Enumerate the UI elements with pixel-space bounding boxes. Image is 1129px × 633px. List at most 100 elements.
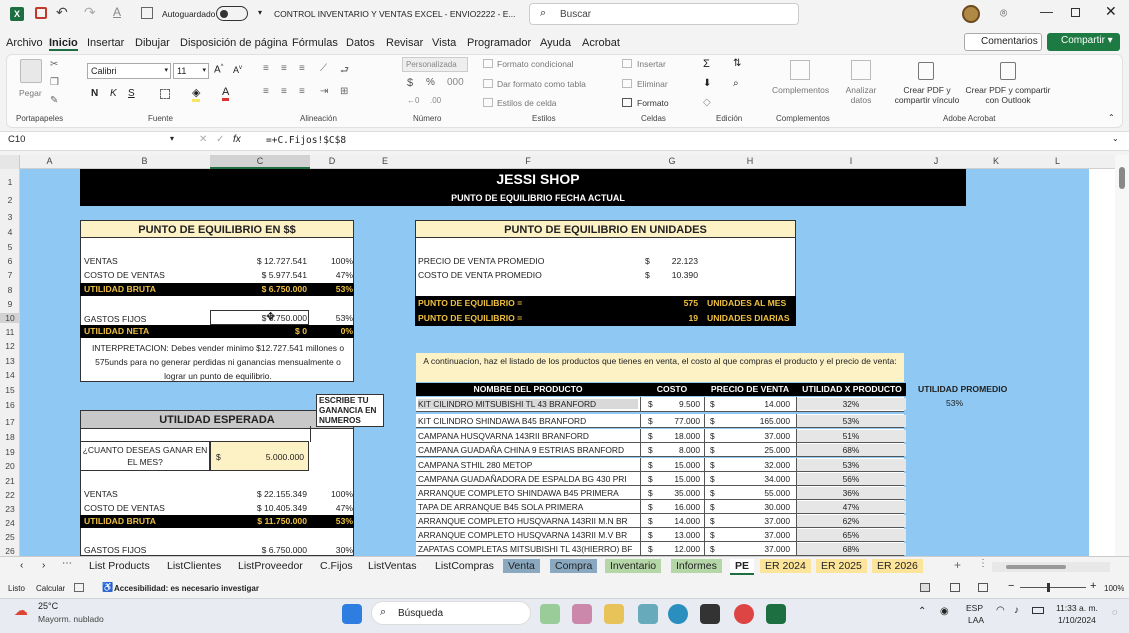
menu-formulas[interactable]: Fórmulas [292,37,338,49]
more-sheets-icon[interactable]: ⋯ [62,558,72,569]
delete-cells-button[interactable]: Eliminar [637,79,668,89]
row-header[interactable]: 24 [0,518,20,528]
menu-vista[interactable]: Vista [432,37,456,49]
expand-formula-icon[interactable]: ⌄ [1112,134,1119,143]
row-header[interactable]: 5 [0,242,20,252]
row-header[interactable]: 3 [0,212,20,222]
italic-icon[interactable]: K [110,88,117,99]
table-icon[interactable] [141,7,153,19]
app-icon-edge[interactable] [668,604,688,624]
product-row[interactable]: CAMPANA GUADAÑA CHINA 9 ESTRIAS BRANFORD… [416,443,906,457]
product-row[interactable]: ARRANQUE COMPLETO HUSQVARNA 143RII M.N B… [416,514,906,528]
product-row[interactable]: KIT CILINDRO MITSUBISHI TL 43 BRANFORD $9… [416,397,906,412]
row-header[interactable]: 23 [0,504,20,514]
pdf-outlook-icon[interactable] [1000,62,1016,80]
row-header[interactable]: 21 [0,476,20,486]
undo-icon[interactable]: ↶ [56,4,68,21]
tab-list-clientes[interactable]: ListClientes [162,559,226,573]
pdf-link-icon[interactable] [918,62,934,80]
app-icon-paint[interactable] [638,604,658,624]
row-header[interactable]: 25 [0,532,20,542]
save-icon[interactable] [35,7,47,19]
clock-time[interactable]: 11:33 a. m. [1056,603,1098,613]
volume-icon[interactable]: ♪ [1014,605,1019,616]
taskbar-search[interactable]: ⌕ Búsqueda [371,601,531,625]
menu-acrobat[interactable]: Acrobat [582,37,620,49]
border-icon[interactable] [160,89,170,99]
row-header[interactable]: 12 [0,341,20,351]
tab-informes[interactable]: Informes [671,559,722,573]
search-box[interactable]: ⌕ Buscar [529,3,799,25]
row-header[interactable]: 11 [0,327,20,337]
wrap-text-icon[interactable]: ⮐ [340,63,349,80]
comments-button[interactable]: Comentarios [964,33,1042,51]
menu-dibujar[interactable]: Dibujar [135,37,170,49]
col-header-d[interactable]: D [310,156,354,166]
row-header[interactable]: 19 [0,447,20,457]
tab-er-2024[interactable]: ER 2024 [760,559,811,573]
format-as-table-button[interactable]: Dar formato como tabla [497,79,586,89]
complements-button[interactable]: Complementos [772,85,829,95]
col-header-b[interactable]: B [79,156,210,166]
shrink-font-icon[interactable]: Av [233,65,242,75]
chevron-down-icon[interactable]: ▾ [258,8,262,17]
menu-ayuda[interactable]: Ayuda [540,37,571,49]
formula-input[interactable]: =+C.Fijos!$C$8 [266,135,346,146]
more-options-icon[interactable]: ⋮ [978,558,988,569]
tab-compra[interactable]: Compra [550,559,598,573]
row-header[interactable]: 13 [0,356,20,366]
analyze-data-icon[interactable] [851,60,871,80]
wifi-icon[interactable]: ◠ [996,605,1005,616]
menu-archivo[interactable]: Archivo [6,37,43,49]
row-header[interactable]: 7 [0,270,20,280]
paste-label[interactable]: Pegar [19,88,42,98]
weather-icon[interactable]: ☁ [14,602,28,619]
underline-icon[interactable]: S [128,88,135,99]
conditional-format-button[interactable]: Formato condicional [497,59,574,69]
row-header[interactable]: 4 [0,227,20,237]
align-bottom-icon[interactable]: ≡ [299,63,305,74]
app-icon-chrome[interactable] [734,604,754,624]
normal-view-icon[interactable] [920,583,930,592]
find-icon[interactable]: ⌕ [733,78,739,89]
row-header[interactable]: 6 [0,256,20,266]
tab-list-proveedor[interactable]: ListProveedor [233,559,308,573]
fill-color-icon[interactable]: ◈ [192,86,201,102]
sort-filter-icon[interactable]: ⇅ [733,58,741,69]
insert-cells-button[interactable]: Insertar [637,59,666,69]
col-header-k[interactable]: K [966,156,1026,166]
avatar[interactable] [962,5,980,23]
tab-list-ventas[interactable]: ListVentas [363,559,421,573]
analyze-data-button[interactable]: Analizar datos [844,85,878,105]
font-color-icon[interactable]: A [222,86,230,101]
insert-function-icon[interactable]: fx [233,134,241,145]
insert-cells-icon[interactable] [622,59,632,68]
prev-sheet-icon[interactable]: ‹ [20,560,23,571]
restore-icon[interactable] [1071,8,1080,17]
clear-icon[interactable]: ◇ [703,97,711,108]
product-row[interactable]: ZAPATAS COMPLETAS MITSUBISHI TL 43(HIERR… [416,542,906,556]
align-left-icon[interactable]: ≡ [263,86,269,97]
menu-datos[interactable]: Datos [346,37,375,49]
row-header[interactable]: 22 [0,490,20,500]
tab-list-products[interactable]: List Products [84,559,155,573]
next-sheet-icon[interactable]: › [42,560,45,571]
col-header-c[interactable]: C [210,155,310,169]
row-header[interactable]: 18 [0,432,20,442]
select-all-corner[interactable] [0,155,20,169]
percent-icon[interactable]: % [426,77,435,88]
col-header-j[interactable]: J [906,156,966,166]
horizontal-scrollbar[interactable] [992,562,1110,572]
menu-disposicion[interactable]: Disposición de página [180,37,288,49]
app-icon-files[interactable] [604,604,624,624]
product-row[interactable]: CAMPANA STHIL 280 METOP $15.000 $32.000 53% [416,458,906,472]
zoom-slider[interactable] [1020,587,1086,588]
battery-icon[interactable] [1032,607,1044,614]
app-icon-excel[interactable] [766,604,786,624]
format-cells-icon[interactable] [622,98,632,107]
orientation-icon[interactable]: ⟋ [320,63,327,74]
status-calc[interactable]: Calcular [36,584,65,593]
align-center-icon[interactable]: ≡ [281,86,287,97]
row-header[interactable]: 17 [0,417,20,427]
delete-cells-icon[interactable] [622,79,632,88]
